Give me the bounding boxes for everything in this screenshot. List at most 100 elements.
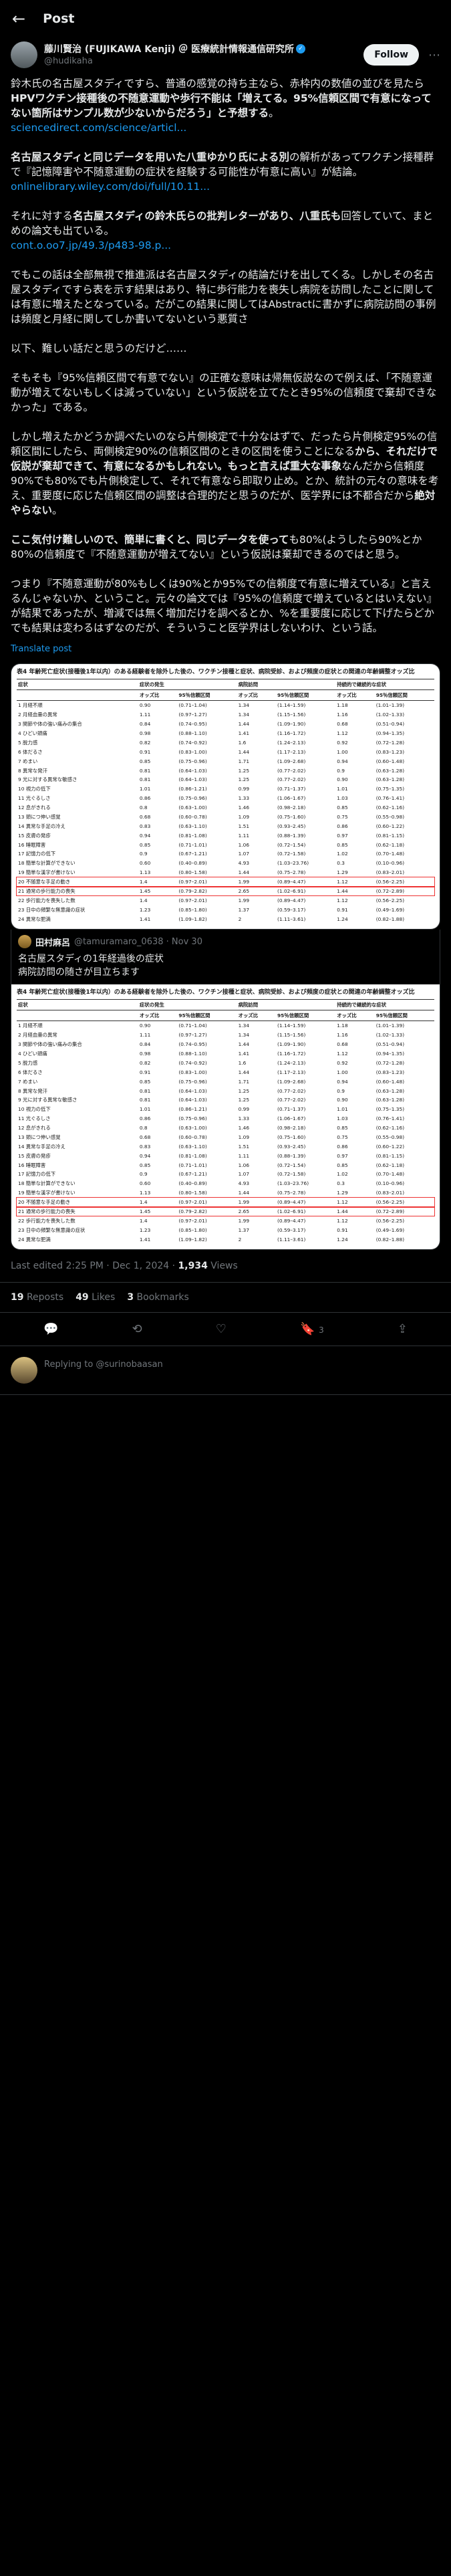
table-row: 14 異常な手足の冷え 0.83 (0.63–1.10) 1.51 (0.93–2.45… [18,1143,405,1150]
table-row: 10 視力の低下 1.01 (0.86–1.21) 0.99 (0.71–1.37) 1.… [18,1106,405,1113]
back-arrow-icon[interactable]: ← [12,9,25,28]
table-row: 15 皮膚の発疹 0.94 (0.81–1.08) 1.11 (0.88–1.39) 0.… [18,832,405,839]
link[interactable]: cont.o.oo7.jp/49.3/p483-98.p... [11,238,440,253]
quote-text: 名古屋スタディの1年経過後の症状 病院訪問の随さが目立ちます [18,954,164,978]
action-bar: 💬 ⟲ ♡ 🔖 3 ⇪ [0,1313,451,1346]
quote-odds-table: 表4 年齢死亡症状(接種後1年以内）のある経験者を除外した後の、ワクチン接種と症… [11,984,440,1249]
table-row: 20 不随意な手足の動き 1.4 (0.97–2.01) 1.99 (0.89–4.47… [16,1196,435,1208]
post-meta: Last edited 2:25 PM · Dec 1, 2024 · 1,93… [0,1250,451,1283]
table-row: 22 歩行能力を喪失した数 1.4 (0.97–2.01) 1.99 (0.89–4.4… [18,1217,405,1224]
table-row: 6 体だるさ 0.91 (0.83–1.00) 1.44 (1.17–2.13) 1.00… [18,1069,405,1075]
verified-badge-icon: ✓ [296,44,306,53]
table-image-card[interactable]: 表4 年齢死亡症状(接種後1年以内）のある経験者を除外した後の、ワクチン接種と症… [11,663,440,930]
table-row: 23 日中の頻繁な無意識の症状 1.23 (0.85–1.80) 1.37 (0.59–… [18,906,405,913]
table-row: 17 記憶力の低下 0.9 (0.67–1.21) 1.07 (0.72–1.58) 1.… [18,851,405,857]
table-row: 19 簡単な漢字が書けない 1.13 (0.80–1.58) 1.44 (0.75–2.… [18,869,405,876]
table-row: 4 ひどい頭痛 0.98 (0.88–1.10) 1.41 (1.16–1.72) 1.1… [18,730,405,737]
odds-table: 表4 年齢死亡症状(接種後1年以内）のある経験者を除外した後の、ワクチン接種と症… [11,664,440,929]
table-row: 2 月経血量の異常 1.11 (0.97–1.27) 1.34 (1.15–1.56) 1… [18,1032,405,1039]
table-row: 24 異常な肥満 1.41 (1.09–1.82) 2 (1.11–3.61) 1.24(… [18,1236,405,1243]
table-row: 12 息がきれる 0.8 (0.63–1.00) 1.46 (0.98–2.18) 0.8… [18,804,405,811]
post-page: ← Post 藤川賢治 (FUJIKAWA Kenji) ＠ 医療統計情報通信研… [0,0,451,2576]
bookmarks-stat[interactable]: 3 Bookmarks [127,1292,188,1303]
table-row: 20 不随意な手足の動き 1.4 (0.97–2.01) 1.99 (0.89–4.47… [16,876,435,887]
table-row: 21 通常の歩行能力の喪失 1.45 (0.79–2.82) 2.65 (1.02–6.… [16,885,435,897]
table-row: 17 記憶力の低下 0.9 (0.67–1.21) 1.07 (0.72–1.58) 1.… [18,1171,405,1178]
paragraph: 以下、難しい話だと思うのだけど…… [11,342,187,354]
table-row: 7 めまい 0.85 (0.75–0.96) 1.71 (1.09–2.68) 0.94(… [18,758,405,764]
post-body: 鈴木氏の名古屋スタディですら、普通の感覚の持ち主なら、赤枠内の数値の並びを見たら… [0,68,451,657]
reposts-stat[interactable]: 19 Reposts [11,1292,63,1303]
table-row: 16 睡眠障害 0.85 (0.71–1.01) 1.06 (0.72–1.54) 0.8… [18,1162,405,1168]
table-row: 2 月経血量の異常 1.11 (0.97–1.27) 1.34 (1.15–1.56) 1… [18,712,405,718]
quote-table-body: 1 月経不順 0.90 (0.71–1.04) 1.34 (1.14–1.59) 1.18… [16,1021,435,1245]
paragraph: そもそも『95%信頼区間で有意でない』の正確な意味は帰無仮説なので例えば、「不随… [11,372,437,413]
paragraph: でもこの話は全部無視で推進派は名古屋スタディの結論だけを出してくる。しかしその名… [11,269,436,325]
table-row: 23 日中の頻繁な無意識の症状 1.23 (0.85–1.80) 1.37 (0.59–… [18,1226,405,1233]
column-header-row: オッズ比 95％信頼区間 オッズ比 95％信頼区間 オッズ比 95％信頼区間 [17,689,434,701]
table-row: 1 月経不順 0.90 (0.71–1.04) 1.34 (1.14–1.59) 1.18… [18,702,405,709]
table-row: 3 関節や体の強い痛みの集合 0.84 (0.74–0.95) 1.44 (1.09–1… [18,721,405,728]
author-name[interactable]: 藤川賢治 (FUJIKAWA Kenji) ＠ 医療統計情報通信研究所 [44,44,294,55]
table-row: 21 通常の歩行能力の喪失 1.45 (0.79–2.82) 2.65 (1.02–6.… [16,1206,435,1217]
table-row: 8 異常な発汗 0.81 (0.64–1.03) 1.25 (0.77–2.02) 0.9… [18,767,405,774]
table-row: 13 頭につ伸い感覚 0.68 (0.60–0.78) 1.09 (0.75–1.60)… [18,813,405,820]
link[interactable]: onlinelibrary.wiley.com/doi/full/10.11..… [11,179,440,194]
quote-avatar [18,935,31,948]
table-row: 22 歩行能力を喪失した数 1.4 (0.97–2.01) 1.99 (0.89–4.4… [18,897,405,903]
table-row: 11 光ぐるしさ 0.86 (0.75–0.96) 1.33 (1.06–1.67) 1.… [18,1115,405,1122]
paragraph: つまり『不随意運動が80%もしくは90%とか95%での信頼度で有意に増えている』… [11,578,437,634]
paragraph: しかし増えたかどうか調べたいのなら片側検定で十分なはずで、だったら片側検定95%… [11,431,439,516]
reply-item[interactable]: Replying to @surinobaasan [0,1346,451,1395]
avatar[interactable] [11,41,37,68]
engagement-stats: 19 Reposts 49 Likes 3 Bookmarks [0,1283,451,1313]
follow-button[interactable]: Follow [363,44,419,66]
table-row: 5 脱力感 0.82 (0.74–0.92) 1.6 (1.24–2.13) 0.92 (0… [18,739,405,746]
table-row: 24 異常な肥満 1.41 (1.09–1.82) 2 (1.11–3.61) 1.24(… [18,916,405,922]
paragraph: ここ気付け難しいので、簡単に書くと、同じデータを使っても80%(ようしたら90%… [11,534,422,560]
table-row: 18 簡単な計算ができない 0.60 (0.40–0.89) 4.93 (1.03–23… [18,860,405,867]
top-bar: ← Post [0,0,451,37]
table-row: 8 異常な発汗 0.81 (0.64–1.03) 1.25 (0.77–2.02) 0.9… [18,1087,405,1094]
more-options-icon[interactable]: ⋯ [428,48,440,62]
table-row: 4 ひどい頭痛 0.98 (0.88–1.10) 1.41 (1.16–1.72) 1.1… [18,1051,405,1057]
table-row: 5 脱力感 0.82 (0.74–0.92) 1.6 (1.24–2.13) 0.92 (0… [18,1059,405,1066]
group-header-row: 症状 症状の発生 病院訪問 持続的で継続的な症状 [17,679,434,690]
table-body: 1 月経不順 0.90 (0.71–1.04) 1.34 (1.14–1.59) 1.18… [16,701,435,924]
table-row: 6 体だるさ 0.91 (0.83–1.00) 1.44 (1.17–2.13) 1.00… [18,748,405,755]
author-row: 藤川賢治 (FUJIKAWA Kenji) ＠ 医療統計情報通信研究所 ✓ @hu… [0,37,451,68]
table-row: 7 めまい 0.85 (0.75–0.96) 1.71 (1.09–2.68) 0.94(… [18,1078,405,1085]
like-icon[interactable]: ♡ [216,1322,227,1336]
table-row: 11 光ぐるしさ 0.86 (0.75–0.96) 1.33 (1.06–1.67) 1.… [18,795,405,802]
quote-handle: @tamuramaro_0638 · Nov 30 [74,936,202,947]
table-title: 表4 年齢死亡症状(接種後1年以内）のある経験者を除外した後の、ワクチン接種と症… [17,669,415,675]
share-icon[interactable]: ⇪ [398,1322,408,1336]
table-row: 12 息がきれる 0.8 (0.63–1.00) 1.46 (0.98–2.18) 0.8… [18,1125,405,1132]
table-row: 9 光に対する異常な敏感さ 0.81 (0.64–1.03) 1.25 (0.77–2.… [18,1097,405,1103]
likes-stat[interactable]: 49 Likes [76,1292,115,1303]
bookmark-icon[interactable]: 🔖 3 [300,1322,324,1336]
table-row: 15 皮膚の発疹 0.94 (0.81–1.08) 1.11 (0.88–1.39) 0.… [18,1152,405,1159]
table-row: 10 視力の低下 1.01 (0.86–1.21) 0.99 (0.71–1.37) 1.… [18,786,405,792]
repost-icon[interactable]: ⟲ [132,1322,142,1336]
quote-author-name: 田村麻呂 [35,938,71,948]
page-title: Post [43,11,75,26]
table-row: 16 睡眠障害 0.85 (0.71–1.01) 1.06 (0.72–1.54) 0.8… [18,841,405,848]
paragraph: 鈴木氏の名古屋スタディですら、普通の感覚の持ち主なら、赤枠内の数値の並びを見たら… [11,78,432,119]
reply-avatar[interactable] [11,1357,37,1384]
link[interactable]: sciencedirect.com/science/articl... [11,120,440,135]
quoted-post[interactable]: 田村麻呂 @tamuramaro_0638 · Nov 30 名古屋スタディの1… [11,930,440,1250]
translate-post-link[interactable]: Translate post [11,642,440,657]
author-handle[interactable]: @hudikaha [44,56,363,68]
table-row: 19 簡単な漢字が書けない 1.13 (0.80–1.58) 1.44 (0.75–2.… [18,1190,405,1196]
replying-to: Replying to @surinobaasan [44,1360,163,1370]
table-row: 18 簡単な計算ができない 0.60 (0.40–0.89) 4.93 (1.03–23… [18,1180,405,1187]
table-row: 13 頭につ伸い感覚 0.68 (0.60–0.78) 1.09 (0.75–1.60)… [18,1134,405,1140]
table-row: 9 光に対する異常な敏感さ 0.81 (0.64–1.03) 1.25 (0.77–2.… [18,776,405,783]
reply-icon[interactable]: 💬 [43,1322,58,1336]
table-row: 1 月経不順 0.90 (0.71–1.04) 1.34 (1.14–1.59) 1.18… [18,1023,405,1029]
views-count: 1,934 [178,1261,208,1271]
paragraph: それに対する名古屋スタディの鈴木氏らの批判レターがあり、八重氏も回答していて、ま… [11,210,434,237]
paragraph: 名古屋スタディと同じデータを用いた八重ゆかり氏による別の解析があってワクチン接種… [11,151,434,178]
table-row: 14 異常な手足の冷え 0.83 (0.63–1.10) 1.51 (0.93–2.45… [18,823,405,829]
